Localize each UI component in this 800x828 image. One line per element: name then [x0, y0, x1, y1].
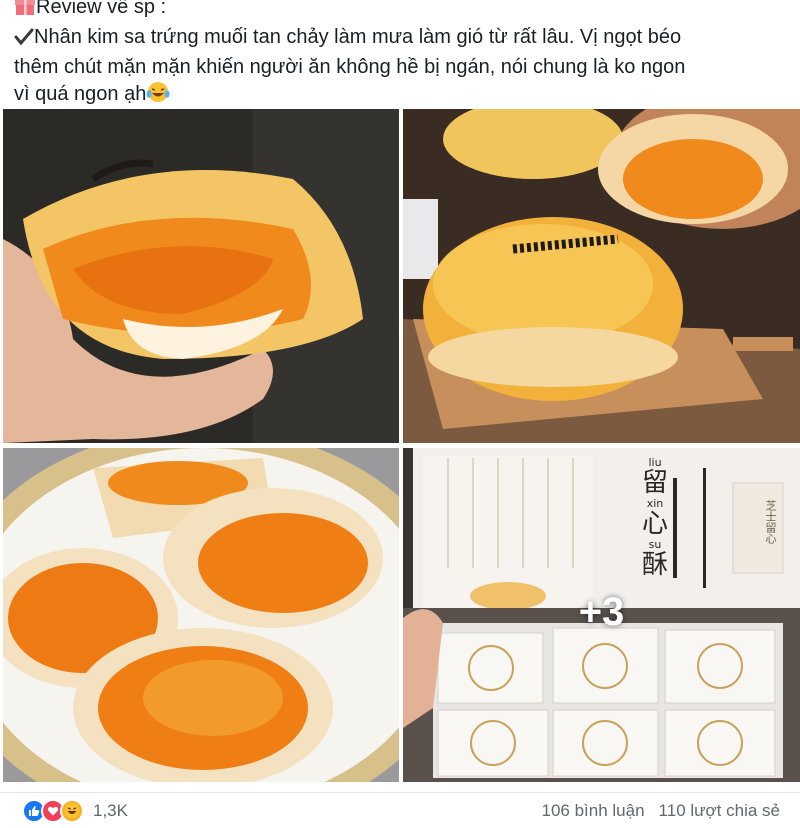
reaction-count: 1,3K — [93, 800, 128, 820]
photo-3-halved-pastries[interactable] — [3, 448, 399, 782]
post-body-line-2: thêm chút mặn mặn khiến người ăn không h… — [14, 56, 686, 78]
post-text: Review về sp : Nhân kim sa trứng muối ta… — [14, 0, 784, 111]
post-body-text-3: vì quá ngon ạh — [14, 83, 147, 105]
shares-count-link[interactable]: 110 lượt chia sẻ — [659, 801, 780, 821]
photo-grid: liu 留 xin 心 su 酥 芝士留心 +3 — [0, 106, 800, 782]
engagement-counts: 106 bình luận 110 lượt chia sẻ — [542, 801, 781, 821]
post-footer: 1,3K 106 bình luận 110 lượt chia sẻ — [0, 792, 800, 828]
post-heading: Review về sp : — [14, 0, 784, 24]
more-photos-count[interactable]: +3 — [403, 590, 800, 635]
box-char-1: 留 — [641, 468, 668, 498]
box-char-3: 酥 — [641, 550, 668, 580]
comments-count-link[interactable]: 106 bình luận — [542, 801, 645, 821]
post-body-line-1: Nhân kim sa trứng muối tan chảy làm mưa … — [14, 24, 784, 54]
box-text: liu 留 xin 心 su 酥 — [635, 456, 675, 579]
photo-2-whole-pastry[interactable] — [403, 109, 800, 443]
post-body-text-1: Nhân kim sa trứng muối tan chảy làm mưa … — [34, 26, 682, 48]
reaction-summary[interactable]: 1,3K — [22, 798, 128, 823]
photo-4-product-box[interactable]: liu 留 xin 心 su 酥 芝士留心 +3 — [403, 448, 800, 782]
box-seal: 芝士留心 — [764, 500, 777, 544]
haha-icon — [60, 798, 84, 823]
photo-1-pastry-in-hand[interactable] — [3, 109, 399, 443]
post-heading-text: Review về sp : — [36, 0, 167, 18]
gift-icon — [14, 0, 36, 24]
checkmark-icon — [14, 27, 34, 54]
reaction-icons — [22, 798, 84, 823]
box-char-2: 心 — [641, 509, 668, 539]
